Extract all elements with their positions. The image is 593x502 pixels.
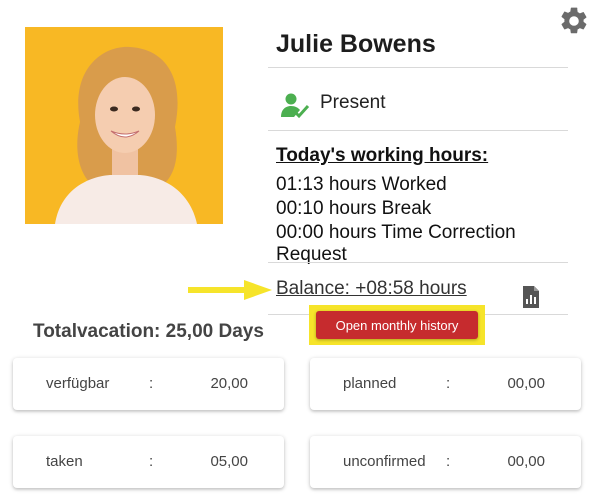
card-label: taken [46,453,83,470]
working-hours-title: Today's working hours: [276,145,489,166]
card-separator: : [446,375,451,392]
divider [268,67,568,68]
card-separator: : [149,453,154,470]
hours-time-correction: 00:00 hours Time Correction Request [276,222,516,265]
vacation-card-available: verfügbar : 20,00 [13,358,284,410]
divider [268,130,568,131]
card-separator: : [446,453,451,470]
card-value: 05,00 [210,453,248,470]
card-value: 00,00 [507,453,545,470]
card-label: verfügbar [46,375,110,392]
arrow-right-icon [188,280,272,300]
vacation-card-unconfirmed: unconfirmed : 00,00 [310,436,581,488]
vacation-card-planned: planned : 00,00 [310,358,581,410]
card-label: planned [343,375,397,392]
total-vacation-title: Totalvacation: 25,00 Days [33,321,264,342]
employee-name: Julie Bowens [276,30,436,58]
gear-icon[interactable] [558,5,590,37]
profile-photo [25,27,223,224]
vacation-card-taken: taken : 05,00 [13,436,284,488]
hours-worked: 01:13 hours Worked [276,174,447,195]
card-label: unconfirmed [343,453,426,470]
card-separator: : [149,375,154,392]
card-value: 00,00 [507,375,545,392]
open-monthly-history-button[interactable]: Open monthly history [316,311,478,339]
presence-status: Present [320,92,386,113]
hours-break: 00:10 hours Break [276,198,432,219]
card-value: 20,00 [210,375,248,392]
person-check-icon [280,92,310,120]
report-chart-icon[interactable] [521,286,541,308]
balance-link[interactable]: Balance: +08:58 hours [276,278,467,300]
divider [268,262,568,263]
